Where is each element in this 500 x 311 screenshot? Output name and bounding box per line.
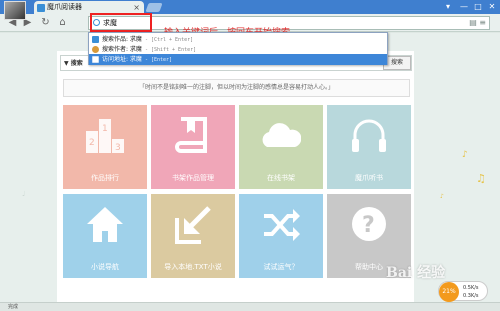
quote-banner: 「时间不是铭刻唯一的注脚，但以时间为注脚的感情总是容易打动人心。」: [63, 79, 410, 97]
page-icon: [92, 56, 99, 63]
tile-label: 小说导航: [91, 263, 119, 271]
app-logo-icon: [37, 4, 45, 12]
status-bar: 完成: [0, 302, 500, 311]
tile-novel-nav[interactable]: 小说导航: [63, 194, 147, 278]
search-scope-select[interactable]: ▼ 搜索: [64, 58, 83, 67]
tile-import-txt[interactable]: 导入本地.TXT小说: [151, 194, 235, 278]
upload-speed: 0.5K/s: [463, 285, 479, 291]
music-note-icon: ♪: [440, 193, 444, 200]
shuffle-icon: [264, 209, 300, 241]
tile-ranking[interactable]: 2 1 3 作品排行: [63, 105, 147, 189]
home-icon: [87, 207, 123, 242]
tile-bookshelf-manage[interactable]: 书架作品管理: [151, 105, 235, 189]
svg-text:3: 3: [115, 143, 121, 153]
home-button[interactable]: ⌂: [56, 16, 69, 29]
svg-text:?: ?: [362, 213, 375, 238]
svg-text:2: 2: [89, 138, 95, 148]
music-note-icon: ♩: [22, 190, 26, 198]
suggestion-hint: - [Shift + Enter]: [141, 47, 197, 53]
network-speed-widget[interactable]: 21% 0.5K/s 0.3K/s: [438, 281, 488, 302]
suggestion-dropdown: 搜索作品: 求魔 - [Ctrl + Enter] 搜索作者: 求魔 - [Sh…: [88, 32, 388, 65]
book-icon: [175, 117, 207, 153]
music-note-icon: ♪: [462, 150, 468, 160]
help-icon: ?: [352, 207, 386, 241]
ranking-icon: 2 1 3: [86, 119, 124, 153]
speed-badge: 21%: [439, 282, 459, 302]
tile-online-shelf[interactable]: 在线书架: [239, 105, 323, 189]
svg-text:1: 1: [102, 124, 108, 134]
toolbar-menu-icons[interactable]: ▤ ≡: [469, 18, 486, 27]
import-arrow-icon: [175, 206, 211, 244]
input-highlight-box: [90, 13, 152, 32]
watermark: Bai 经验: [386, 265, 446, 281]
close-window-button[interactable]: ✕: [484, 0, 500, 14]
tab-title: 魔爪阅读器: [47, 3, 82, 11]
tile-try-luck[interactable]: 试试运气？: [239, 194, 323, 278]
tile-audiobook[interactable]: 魔爪听书: [327, 105, 411, 189]
tile-label: 导入本地.TXT小说: [164, 263, 222, 271]
author-icon: [92, 46, 99, 53]
tile-label: 作品排行: [91, 174, 119, 182]
tile-label: 书架作品管理: [172, 174, 214, 182]
suggestion-label: 搜索作者: 求魔: [102, 46, 142, 53]
status-text: 完成: [8, 304, 19, 310]
suggestion-visit-address[interactable]: 访问地址: 求魔 - [Enter]: [89, 54, 387, 65]
tile-label: 试试运气？: [263, 263, 299, 271]
headphones-icon: [352, 119, 386, 152]
suggestion-hint: - [Ctrl + Enter]: [141, 37, 194, 43]
reload-button[interactable]: ↻: [39, 16, 52, 29]
music-note-icon: ♫: [476, 172, 486, 185]
book-search-icon: [92, 36, 99, 43]
menu-control[interactable]: ▾: [440, 0, 456, 14]
download-speed: 0.3K/s: [463, 293, 479, 299]
tile-label: 魔爪听书: [355, 174, 383, 182]
suggestion-label: 搜索作品: 求魔: [102, 36, 142, 43]
suggestion-hint: - [Enter]: [141, 57, 173, 63]
cloud-icon: [262, 123, 301, 147]
suggestion-label: 访问地址: 求魔: [102, 56, 142, 63]
tile-label: 在线书架: [267, 174, 295, 182]
avatar[interactable]: [4, 1, 26, 20]
